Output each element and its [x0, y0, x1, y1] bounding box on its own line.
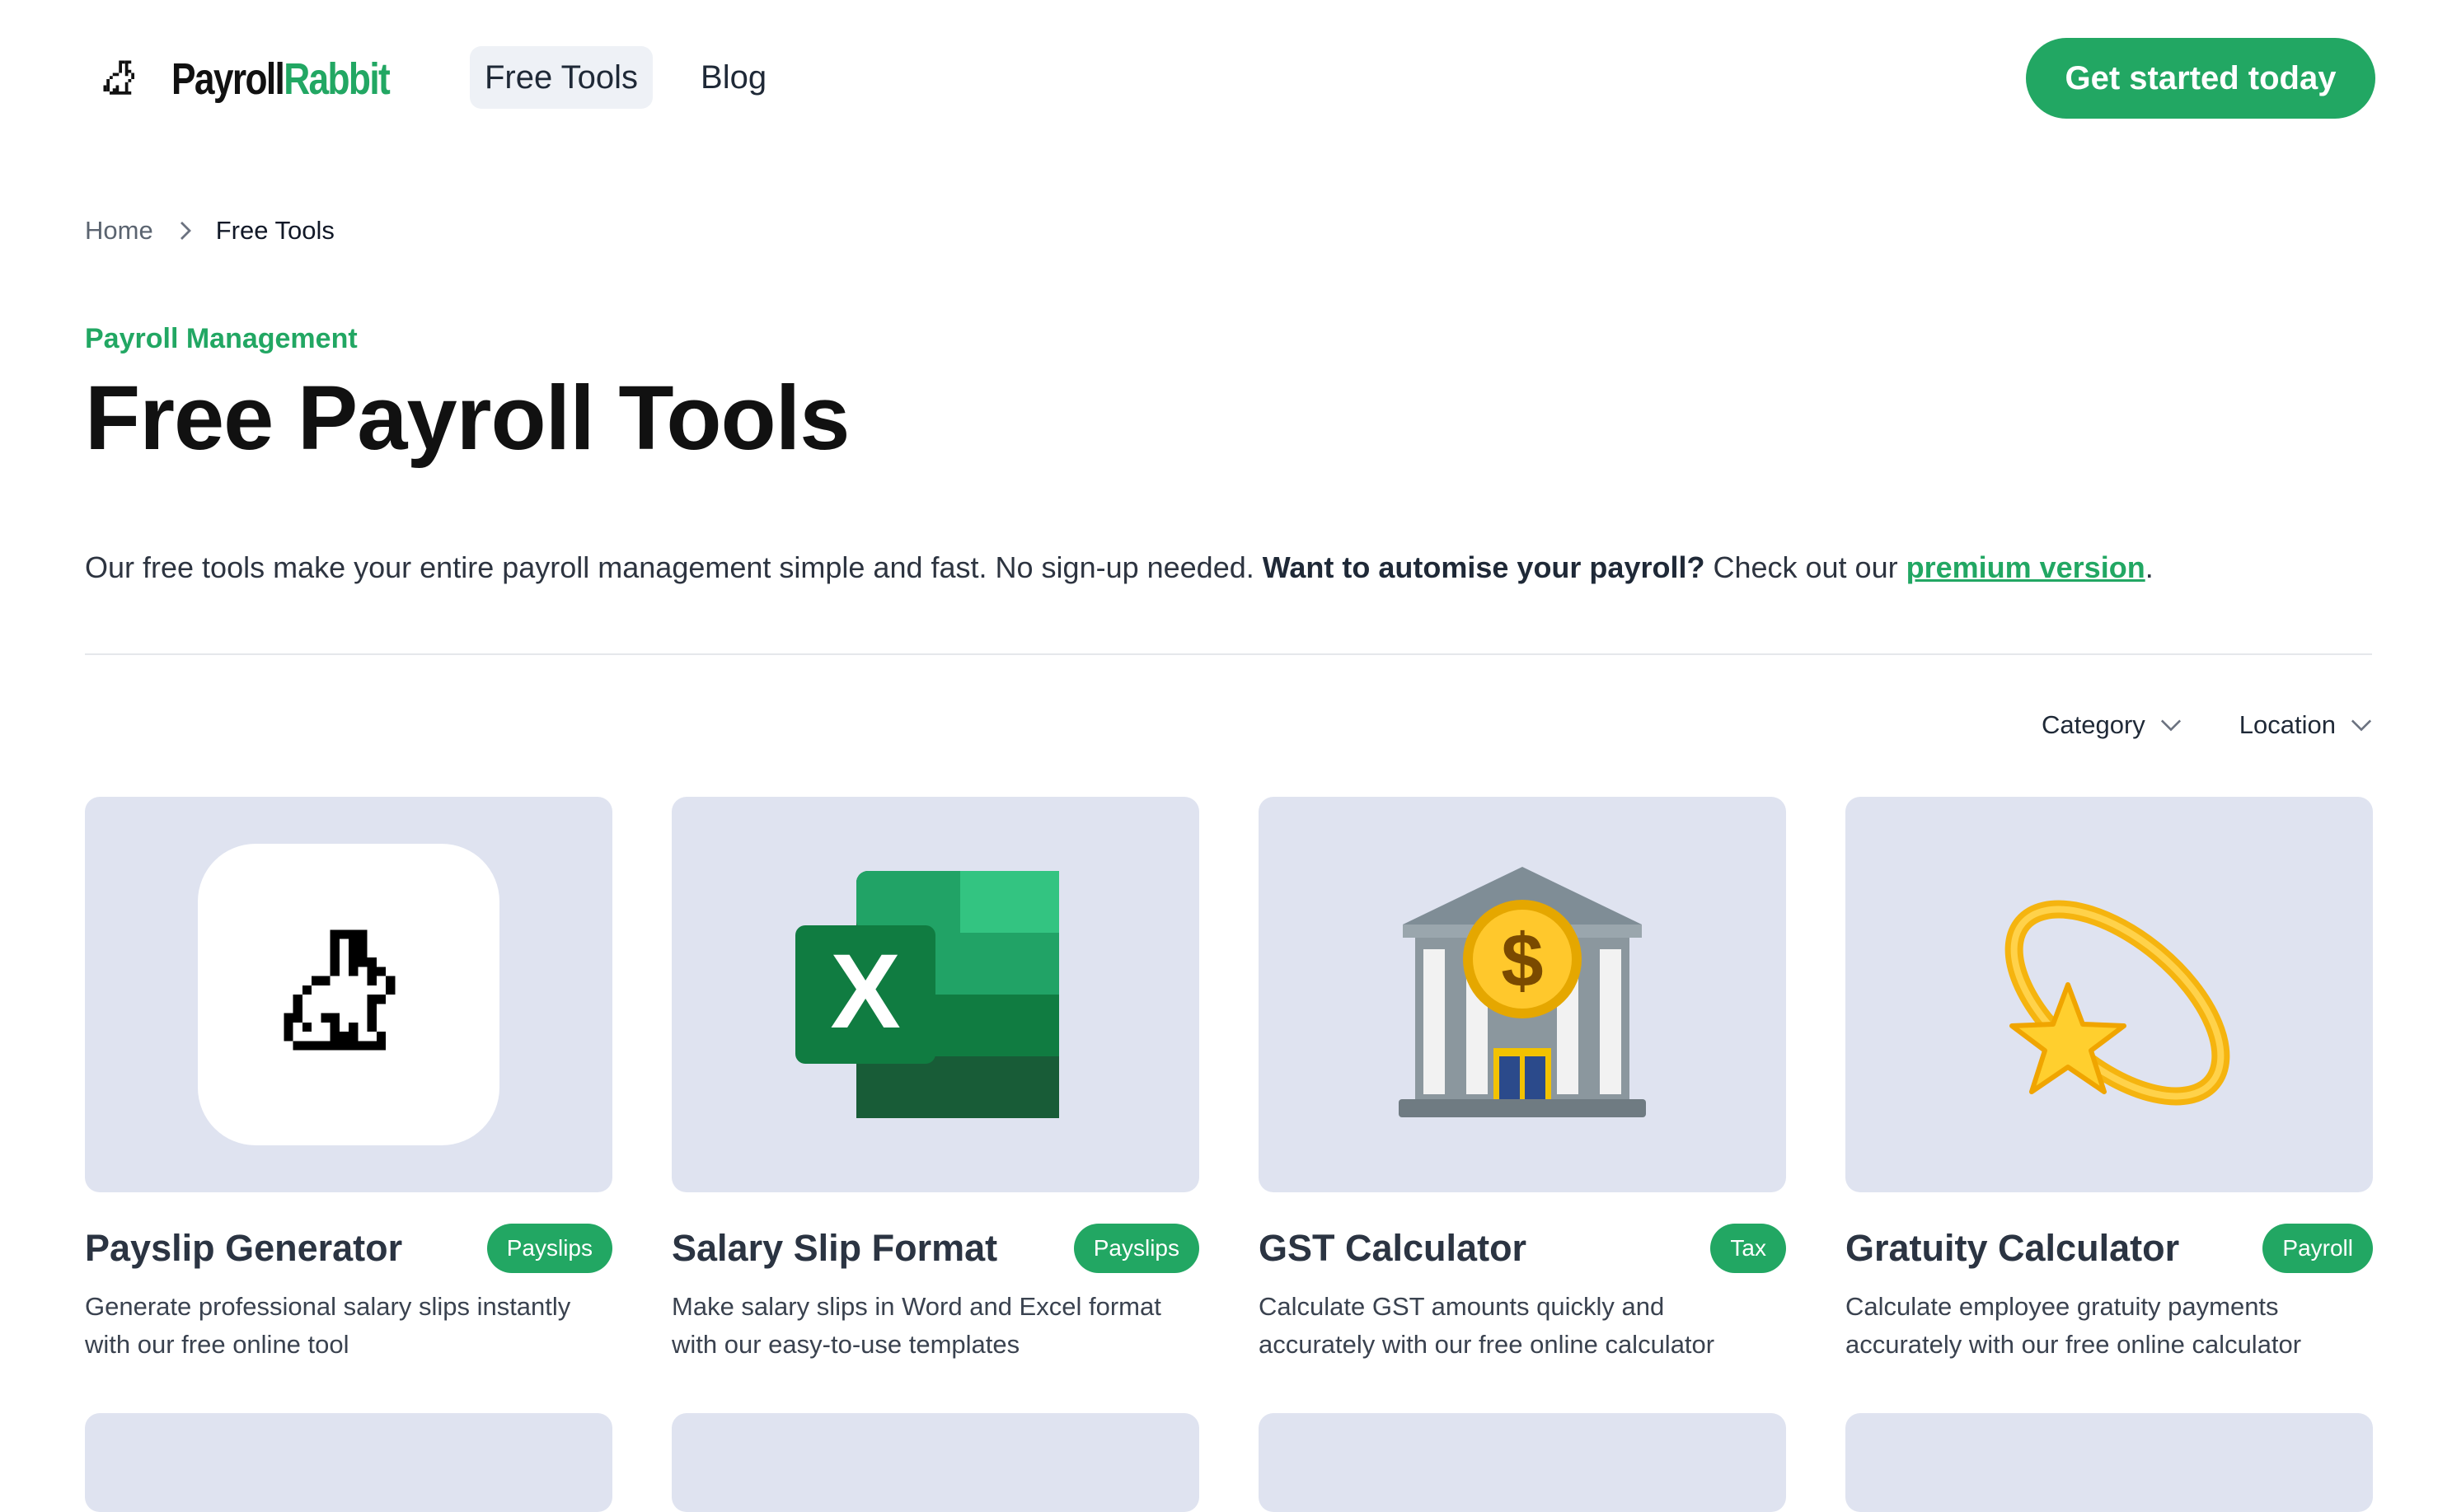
main-nav: Free Tools Blog [470, 46, 781, 109]
card-title: Gratuity Calculator [1845, 1227, 2180, 1269]
card-title: Payslip Generator [85, 1227, 403, 1269]
breadcrumb-home-link[interactable]: Home [85, 216, 153, 246]
nav-item-free-tools[interactable]: Free Tools [470, 46, 654, 109]
category-badge: Payslips [1073, 1224, 1199, 1273]
card-head: Salary Slip Format Payslips [672, 1224, 1199, 1273]
card-description: Calculate employee gratuity payments acc… [1845, 1292, 2302, 1359]
card-head: Payslip Generator Payslips [85, 1224, 612, 1273]
filters: Category Location [2042, 710, 2372, 740]
bank-icon: $ [1399, 867, 1646, 1117]
logo-part-rabbit: Rabbit [284, 54, 391, 104]
chevron-down-icon [2351, 719, 2372, 732]
rabbit-logo-icon [103, 60, 134, 95]
category-filter[interactable]: Category [2042, 710, 2182, 740]
logo[interactable]: PayrollRabbit [97, 49, 437, 109]
tool-card-gratuity-calculator[interactable]: Gratuity Calculator Payroll Calculate em… [1845, 797, 2373, 1364]
intro-text: Our free tools make your entire payroll … [85, 550, 2154, 585]
nav-item-blog[interactable]: Blog [686, 46, 781, 109]
page-title: Free Payroll Tools [85, 367, 850, 469]
category-badge: Payslips [486, 1224, 612, 1273]
breadcrumb-current: Free Tools [215, 216, 335, 245]
intro-end: . [2145, 550, 2154, 584]
intro-bold: Want to automise your payroll? [1262, 550, 1705, 584]
intro-plain: Our free tools make your entire payroll … [85, 550, 1263, 584]
category-badge: Payroll [2262, 1224, 2373, 1273]
card-title: GST Calculator [1259, 1227, 1527, 1269]
tool-card-placeholder[interactable] [85, 1413, 612, 1512]
location-filter-label: Location [2239, 710, 2336, 739]
card-description: Calculate GST amounts quickly and accura… [1259, 1292, 1715, 1359]
card-description: Generate professional salary slips insta… [85, 1292, 571, 1359]
tool-card-placeholder[interactable] [1259, 1413, 1786, 1512]
divider [85, 653, 2372, 655]
tool-card-payslip-generator[interactable]: Payslip Generator Payslips Generate prof… [85, 797, 612, 1364]
shooting-star-icon [2004, 900, 2230, 1106]
chevron-right-icon [180, 222, 191, 240]
rabbit-icon [284, 929, 396, 1051]
card-media [85, 797, 612, 1192]
logo-part-payroll: Payroll [171, 54, 285, 104]
premium-version-link[interactable]: premium version [1906, 550, 2145, 584]
card-media: $ [1259, 797, 1786, 1192]
breadcrumb: Home Free Tools [85, 216, 335, 246]
tool-card-gst-calculator[interactable]: $ GST Calculator Tax Calculate GST amoun… [1259, 797, 1786, 1364]
category-badge: Tax [1710, 1224, 1786, 1273]
section-eyebrow: Payroll Management [85, 323, 358, 354]
category-filter-label: Category [2041, 710, 2145, 739]
logo-wordmark: PayrollRabbit [171, 54, 391, 104]
tool-card-salary-slip-format[interactable]: X Salary Slip Format Payslips Make salar… [672, 797, 1199, 1364]
app-tile [198, 844, 499, 1145]
card-description: Make salary slips in Word and Excel form… [672, 1292, 1161, 1359]
svg-text:$: $ [1501, 919, 1543, 1003]
tool-card-placeholder[interactable] [1845, 1413, 2373, 1512]
tool-card-placeholder[interactable] [672, 1413, 1199, 1512]
excel-icon: X [795, 871, 1059, 1118]
chevron-down-icon [2160, 719, 2181, 732]
card-head: Gratuity Calculator Payroll [1845, 1224, 2373, 1273]
intro-after: Check out our [1704, 550, 1906, 584]
card-title: Salary Slip Format [672, 1227, 998, 1269]
card-head: GST Calculator Tax [1259, 1224, 1786, 1273]
location-filter[interactable]: Location [2239, 710, 2372, 740]
svg-text:X: X [830, 933, 900, 1051]
card-media: X [672, 797, 1199, 1192]
site-header: PayrollRabbit Free Tools Blog Get starte… [0, 0, 2452, 157]
card-media [1845, 797, 2373, 1192]
get-started-button[interactable]: Get started today [2026, 38, 2375, 119]
